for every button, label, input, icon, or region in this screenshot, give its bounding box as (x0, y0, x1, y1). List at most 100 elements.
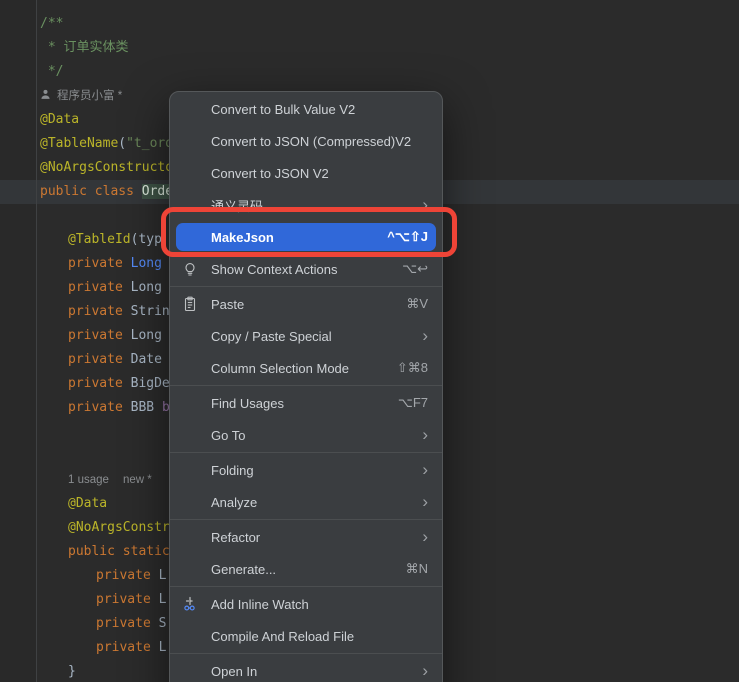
menu-item-analyze[interactable]: Analyze › (170, 486, 442, 518)
menu-item-label: Convert to JSON V2 (211, 165, 329, 181)
menu-item-label: Analyze (211, 494, 258, 510)
submenu-chevron-icon: › (422, 491, 428, 511)
submenu-indicator: › (422, 325, 428, 345)
code-line: private L (96, 636, 166, 660)
code-token: BBB (130, 400, 162, 415)
menu-item-shortcut: ⌘V (406, 296, 428, 311)
context-menu: Convert to Bulk Value V2 Convert to JSON … (169, 91, 443, 682)
code-token: private (68, 352, 131, 367)
menu-item-makejson[interactable]: MakeJson ^⌥⇧J (170, 221, 442, 253)
menu-separator (170, 519, 442, 520)
submenu-indicator: › (422, 426, 428, 443)
menu-item-open-in[interactable]: Open In › (170, 655, 442, 682)
code-line: @NoArgsConstructo (40, 156, 173, 180)
menu-item-show-context-actions[interactable]: Show Context Actions ⌥↩ (170, 253, 442, 285)
menu-item-label: Open In (211, 663, 258, 679)
code-line: private Long (68, 324, 162, 348)
menu-separator (170, 286, 442, 287)
menu-item-shortcut: ^⌥⇧J (387, 229, 428, 244)
code-line: 1 usage new * (68, 468, 152, 492)
menu-item-label: Add Inline Watch (211, 596, 309, 612)
code-token: private (68, 256, 131, 271)
code-token: private (96, 592, 159, 607)
code-token: } (68, 664, 76, 679)
code-line: private S (96, 612, 166, 636)
code-token: L (158, 592, 167, 607)
code-line: @Data (68, 492, 107, 516)
menu-item-convert-to-json-v2[interactable]: Convert to JSON V2 (170, 157, 442, 189)
code-token: @NoArgsConstructo (40, 160, 174, 175)
code-token: public class (40, 184, 142, 199)
menu-item-shortcut: ⇧⌘8 (396, 360, 428, 375)
menu-item-shortcut: ⌥F7 (397, 395, 428, 410)
code-line: private BigDe (68, 372, 170, 396)
submenu-chevron-icon: › (422, 194, 428, 214)
code-token: private (96, 568, 159, 583)
code-token: private (68, 376, 131, 391)
code-token: Strin (130, 304, 170, 319)
menu-separator (170, 385, 442, 386)
lightbulb-icon (182, 261, 211, 277)
code-token: @Data (40, 112, 80, 127)
menu-item-label: Compile And Reload File (211, 628, 355, 644)
submenu-chevron-icon: › (422, 660, 428, 680)
code-token: @TableName (40, 136, 119, 151)
submenu-indicator: › (422, 461, 428, 478)
submenu-indicator: › (422, 660, 428, 680)
menu-item-add-inline-watch[interactable]: Add Inline Watch (170, 588, 442, 620)
menu-item-label: Copy / Paste Special (211, 328, 332, 344)
code-token: "t_ord (126, 136, 174, 151)
code-token: 程序员小富 * (57, 90, 123, 102)
code-line: private Strin (68, 300, 170, 324)
menu-item-tongyi-lingma[interactable]: 通义灵码 › (170, 189, 442, 221)
clipboard-icon (182, 296, 211, 312)
code-line: private L (96, 588, 166, 612)
code-line: /** (40, 12, 63, 36)
code-line: @TableName("t_ord (40, 132, 173, 156)
code-token: new * (122, 474, 152, 486)
code-token: ( (118, 136, 127, 151)
submenu-indicator: › (422, 526, 428, 546)
menu-item-go-to[interactable]: Go To › (170, 419, 442, 451)
code-token: private (68, 304, 131, 319)
code-token: 1 usage (68, 474, 109, 486)
code-token: L (158, 640, 167, 655)
menu-separator (170, 586, 442, 587)
code-token: private (68, 280, 131, 295)
code-line: private Long (68, 252, 162, 276)
code-token: Long (130, 328, 162, 343)
code-line: public class Orde (40, 180, 174, 204)
code-token: private (68, 328, 131, 343)
submenu-chevron-icon: › (422, 526, 428, 546)
menu-item-convert-to-json-compressed-v2[interactable]: Convert to JSON (Compressed)V2 (170, 125, 442, 157)
code-token: @NoArgsConstr (68, 520, 170, 535)
code-token: private (68, 400, 131, 415)
code-token: * 订单实体类 (40, 40, 129, 55)
code-line: */ (40, 60, 64, 84)
code-token: BigDe (130, 376, 170, 391)
menu-item-convert-to-bulk-value-v2[interactable]: Convert to Bulk Value V2 (170, 93, 442, 125)
code-line: @Data (40, 108, 79, 132)
menu-item-find-usages[interactable]: Find Usages ⌥F7 (170, 387, 442, 419)
menu-item-label: Convert to Bulk Value V2 (211, 101, 356, 117)
menu-item-refactor[interactable]: Refactor › (170, 521, 442, 553)
code-token: L (158, 568, 167, 583)
menu-item-paste[interactable]: Paste ⌘V (170, 288, 442, 320)
menu-item-label: Folding (211, 462, 254, 478)
menu-item-copy-paste-special[interactable]: Copy / Paste Special › (170, 320, 442, 352)
menu-item-label: Refactor (211, 529, 261, 545)
code-line: } (68, 660, 76, 682)
code-line: * 订单实体类 (40, 36, 129, 60)
code-line: 程序员小富 * (40, 84, 122, 108)
submenu-indicator: › (422, 491, 428, 511)
author-icon (40, 88, 53, 103)
code-token: (typ (130, 232, 162, 247)
menu-item-folding[interactable]: Folding › (170, 454, 442, 486)
menu-item-label: Generate... (211, 561, 277, 577)
menu-item-label: Go To (211, 427, 246, 443)
menu-item-column-selection-mode[interactable]: Column Selection Mode ⇧⌘8 (170, 352, 442, 384)
menu-item-generate[interactable]: Generate... ⌘N (170, 553, 442, 585)
menu-item-compile-and-reload-file[interactable]: Compile And Reload File (170, 620, 442, 652)
menu-separator (170, 653, 442, 654)
submenu-chevron-icon: › (422, 325, 428, 345)
